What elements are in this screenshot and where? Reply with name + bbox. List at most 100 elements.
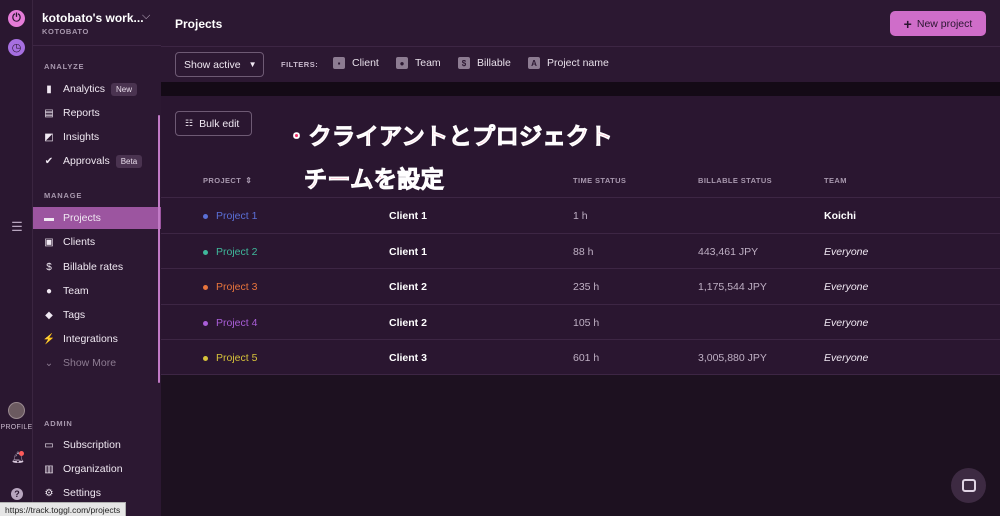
bulk-edit-button[interactable]: ☷ Bulk edit — [175, 111, 252, 136]
time-cell: 1 h — [573, 210, 588, 222]
project-name[interactable]: Project 1 — [216, 210, 257, 222]
list-icon: ☷ — [185, 118, 194, 128]
chevron-down-icon: ⌄ — [44, 357, 54, 369]
sidebar-item-label: Projects — [63, 212, 101, 224]
table-row[interactable]: Project 5 Client 3 601 h 3,005,880 JPY E… — [161, 339, 1000, 375]
project-color-dot — [203, 213, 208, 219]
sidebar-item-clients[interactable]: ▣ Clients — [33, 231, 161, 253]
filter-label: Billable — [477, 57, 511, 69]
sidebar-item-label: Organization — [63, 463, 123, 475]
sidebar-scrollbar[interactable] — [158, 115, 160, 383]
new-project-button[interactable]: + New project — [890, 11, 986, 36]
filter-project-name[interactable]: A Project name — [528, 57, 609, 69]
project-cell[interactable]: Project 5 — [203, 352, 257, 364]
sidebar-item-projects[interactable]: ▬ Projects — [33, 207, 161, 229]
project-name[interactable]: Project 5 — [216, 352, 257, 364]
filter-label: Team — [415, 57, 441, 69]
sidebar-item-team[interactable]: ● Team — [33, 280, 161, 302]
filter-label: Project name — [547, 57, 609, 69]
sidebar-item-show-more[interactable]: ⌄ Show More — [33, 352, 161, 374]
filter-bar: Show active ▼ FILTERS: ▪ Client ● Team $… — [161, 47, 1000, 82]
header-team: TEAM — [824, 176, 847, 185]
header-project-label: PROJECT — [203, 176, 242, 185]
table-row[interactable]: Project 4 Client 2 105 h Everyone — [161, 304, 1000, 340]
insights-icon: ◩ — [44, 131, 54, 143]
new-project-label: New project — [916, 17, 973, 30]
chat-button[interactable] — [951, 468, 986, 503]
project-name[interactable]: Project 3 — [216, 281, 257, 293]
table-row[interactable]: Project 1 Client 1 1 h Koichi — [161, 197, 1000, 233]
time-cell: 88 h — [573, 246, 594, 258]
chevron-down-icon[interactable]: ⌵ — [142, 10, 150, 23]
filter-client[interactable]: ▪ Client — [333, 57, 379, 69]
project-color-dot — [203, 249, 208, 255]
avatar[interactable] — [8, 402, 25, 419]
status-bar-url: https://track.toggl.com/projects — [0, 502, 127, 516]
divider-strip — [161, 82, 1000, 96]
sidebar: kotobato's work... ⌵ KOTOBATO ANALYZE ▮ … — [33, 0, 161, 516]
sidebar-item-label: Insights — [63, 131, 100, 143]
project-name[interactable]: Project 2 — [216, 246, 257, 258]
project-cell[interactable]: Project 1 — [203, 210, 257, 222]
show-active-dropdown[interactable]: Show active ▼ — [175, 52, 264, 77]
card-icon: ▭ — [44, 439, 54, 451]
help-icon[interactable]: ? — [11, 488, 23, 500]
reports-icon: ▤ — [44, 107, 54, 119]
dollar-icon: $ — [458, 57, 470, 69]
page-title: Projects — [175, 17, 223, 31]
power-icon[interactable]: ⏻ — [8, 10, 25, 27]
team-icon: ● — [45, 285, 53, 297]
sidebar-item-label: Tags — [63, 309, 86, 321]
client-icon: ▪ — [333, 57, 345, 69]
filter-billable[interactable]: $ Billable — [458, 57, 511, 69]
sidebar-item-subscription[interactable]: ▭ Subscription — [33, 434, 161, 456]
billable-cell: 443,461 JPY — [698, 246, 759, 258]
team-cell: Everyone — [824, 317, 869, 329]
sort-icon[interactable]: ⇕ — [245, 176, 252, 185]
collapse-sidebar-icon[interactable]: ☰ — [9, 220, 25, 234]
workspace-name[interactable]: kotobato's work... — [42, 11, 144, 25]
project-cell[interactable]: Project 2 — [203, 246, 257, 258]
project-color-dot — [203, 320, 208, 326]
timer-icon[interactable]: ◷ — [8, 39, 25, 56]
annotation-line-2: チームを設定 — [303, 166, 445, 193]
bulk-edit-label: Bulk edit — [199, 117, 240, 130]
client-cell: Client 3 — [389, 352, 427, 364]
icon-rail: ⏻ ◷ ☰ PROFILE 🔔︎ ? — [0, 0, 33, 516]
client-cell: Client 2 — [389, 281, 427, 293]
sidebar-item-tags[interactable]: ◆ Tags — [33, 304, 161, 326]
header-project[interactable]: PROJECT ⇕ — [203, 176, 252, 185]
billable-cell: 1,175,544 JPY — [698, 281, 767, 293]
sidebar-item-insights[interactable]: ◩ Insights — [33, 126, 161, 148]
header-billable-status: BILLABLE STATUS — [698, 176, 773, 185]
table-row[interactable]: Project 2 Client 1 88 h 443,461 JPY Ever… — [161, 233, 1000, 269]
billable-cell: 3,005,880 JPY — [698, 352, 767, 364]
sidebar-item-settings[interactable]: ⚙ Settings — [33, 482, 161, 504]
project-cell[interactable]: Project 3 — [203, 281, 257, 293]
sidebar-item-integrations[interactable]: ⚡ Integrations — [33, 328, 161, 350]
sidebar-item-organization[interactable]: ▥ Organization — [33, 458, 161, 480]
project-name[interactable]: Project 4 — [216, 317, 257, 329]
sidebar-item-label: Settings — [63, 487, 101, 499]
section-label-manage: MANAGE — [44, 191, 83, 200]
filter-label: Client — [352, 57, 379, 69]
dollar-icon: $ — [46, 261, 52, 273]
building-icon: ▥ — [44, 463, 54, 475]
sidebar-item-reports[interactable]: ▤ Reports — [33, 102, 161, 124]
filters-label: FILTERS: — [281, 60, 319, 69]
project-color-dot — [203, 355, 208, 361]
clients-icon: ▣ — [44, 236, 54, 248]
sidebar-item-billable-rates[interactable]: $ Billable rates — [33, 256, 161, 278]
filter-team[interactable]: ● Team — [396, 57, 441, 69]
project-cell[interactable]: Project 4 — [203, 317, 257, 329]
client-cell: Client 1 — [389, 210, 427, 222]
sidebar-item-label: Team — [63, 285, 89, 297]
beta-badge: Beta — [115, 154, 143, 168]
time-cell: 105 h — [573, 317, 600, 329]
time-cell: 601 h — [573, 352, 600, 364]
sidebar-item-approvals[interactable]: ✔ Approvals Beta — [33, 150, 161, 172]
sidebar-item-analytics[interactable]: ▮ Analytics New — [33, 78, 161, 100]
chevron-down-icon: ▼ — [248, 60, 257, 69]
table-row[interactable]: Project 3 Client 2 235 h 1,175,544 JPY E… — [161, 268, 1000, 304]
profile-label[interactable]: PROFILE — [0, 424, 33, 431]
